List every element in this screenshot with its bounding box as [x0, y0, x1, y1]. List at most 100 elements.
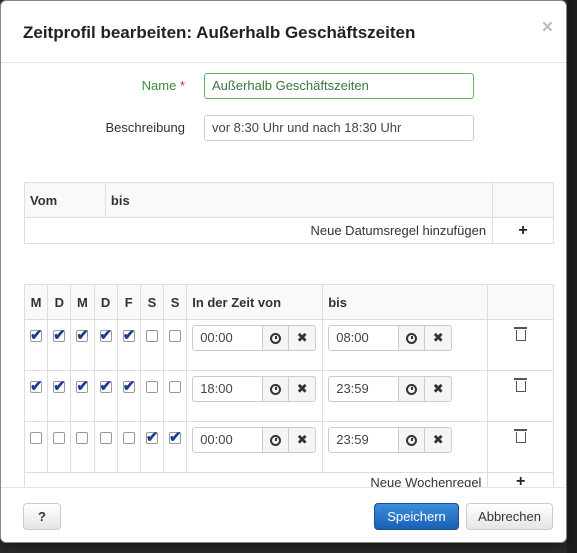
day-cell: [163, 319, 188, 371]
from-time-group: 00:00 ✖: [192, 325, 322, 351]
to-time-input[interactable]: 08:00: [328, 325, 399, 351]
date-rules-table: Vom bis Neue Datumsregel hinzufügen +: [23, 182, 554, 244]
day-cell: [93, 319, 118, 371]
save-button[interactable]: Speichern: [374, 503, 459, 530]
backdrop-strip: [567, 0, 577, 553]
add-week-rule-button[interactable]: +: [487, 472, 554, 487]
to-time-cell: 23:59 ✖: [322, 370, 489, 422]
help-button[interactable]: ?: [23, 503, 61, 530]
day-checkbox[interactable]: [145, 381, 158, 393]
header-from: Vom: [24, 182, 106, 218]
day-checkbox[interactable]: [169, 428, 182, 446]
week-rule-row: 00:00 ✖ 23:59 ✖: [23, 421, 554, 473]
description-label: Beschreibung: [105, 120, 186, 135]
day-checkbox[interactable]: [30, 377, 43, 395]
day-checkbox[interactable]: [30, 326, 43, 344]
day-checkbox[interactable]: [145, 330, 158, 342]
from-time-input[interactable]: 00:00: [192, 427, 263, 453]
day-checkbox[interactable]: [122, 326, 135, 344]
cancel-button[interactable]: Abbrechen: [466, 503, 553, 530]
day-cell: [116, 319, 141, 371]
day-checkbox[interactable]: [30, 432, 42, 444]
day-checkbox[interactable]: [122, 432, 135, 444]
clear-time-icon[interactable]: ✖: [289, 427, 317, 453]
trash-icon[interactable]: [513, 378, 527, 392]
clear-time-icon[interactable]: ✖: [289, 376, 317, 402]
day-checkbox[interactable]: [76, 432, 89, 444]
to-time-input[interactable]: 23:59: [328, 427, 399, 453]
day-cell: [116, 370, 141, 422]
add-date-rule-button[interactable]: +: [492, 217, 554, 244]
delete-cell: [487, 370, 554, 422]
clear-time-icon[interactable]: ✖: [425, 325, 453, 351]
day-checkbox[interactable]: [53, 377, 66, 395]
week-rule-row: 00:00 ✖ 08:00 ✖: [23, 319, 554, 371]
clear-time-icon[interactable]: ✖: [425, 376, 453, 402]
to-time-group: 23:59 ✖: [328, 427, 487, 453]
dialog-body: Name * Außerhalb Geschäftszeiten Beschre…: [1, 63, 566, 487]
day-cell: [93, 370, 118, 422]
clock-glyph: [406, 332, 418, 344]
day-checkbox[interactable]: [76, 377, 89, 395]
clock-icon[interactable]: [398, 325, 426, 351]
day-header-wed: M: [70, 284, 95, 320]
to-time-input[interactable]: 23:59: [328, 376, 399, 402]
week-rules-table: M D M D F S S In der Zeit von bis 00:00 ✖…: [23, 284, 554, 487]
clock-glyph: [270, 434, 282, 446]
day-checkbox[interactable]: [53, 432, 66, 444]
day-checkbox[interactable]: [99, 326, 112, 344]
day-cell: [93, 421, 118, 473]
dialog-footer: ? Speichern Abbrechen: [1, 487, 566, 542]
from-time-cell: 00:00 ✖: [186, 421, 324, 473]
close-button[interactable]: ×: [542, 17, 553, 39]
week-rule-row: 18:00 ✖ 23:59 ✖: [23, 370, 554, 422]
day-checkbox[interactable]: [145, 428, 158, 446]
trash-icon[interactable]: [513, 327, 527, 341]
day-cell: [139, 319, 165, 371]
day-checkbox[interactable]: [76, 326, 89, 344]
day-cell: [47, 421, 72, 473]
day-cell: [70, 421, 95, 473]
day-header-mon: M: [23, 284, 49, 320]
clear-time-icon[interactable]: ✖: [425, 427, 453, 453]
from-time-input[interactable]: 00:00: [192, 325, 263, 351]
trash-icon[interactable]: [513, 429, 527, 443]
from-time-input[interactable]: 18:00: [192, 376, 263, 402]
header-to: bis: [104, 182, 494, 218]
clock-glyph: [270, 332, 282, 344]
actions-header: [487, 284, 554, 320]
clear-time-icon[interactable]: ✖: [289, 325, 317, 351]
clock-icon[interactable]: [398, 427, 426, 453]
to-time-group: 08:00 ✖: [328, 325, 487, 351]
from-time-header: In der Zeit von: [186, 284, 324, 320]
clock-icon[interactable]: [262, 325, 290, 351]
from-time-group: 18:00 ✖: [192, 376, 322, 402]
day-checkbox[interactable]: [99, 377, 112, 395]
delete-cell: [487, 319, 554, 371]
add-date-rule-label: Neue Datumsregel hinzufügen: [23, 217, 494, 244]
day-header-sun: S: [163, 284, 188, 320]
clock-icon[interactable]: [262, 376, 290, 402]
to-time-cell: 23:59 ✖: [322, 421, 489, 473]
day-checkbox[interactable]: [169, 330, 182, 342]
day-header-tue: D: [47, 284, 72, 320]
day-checkbox[interactable]: [169, 381, 182, 393]
day-checkbox[interactable]: [99, 432, 112, 444]
day-cell: [23, 421, 49, 473]
day-checkbox[interactable]: [53, 326, 66, 344]
day-checkbox[interactable]: [122, 377, 135, 395]
clock-glyph: [270, 383, 282, 395]
from-time-cell: 18:00 ✖: [186, 370, 324, 422]
day-cell: [163, 370, 188, 422]
day-header-sat: S: [139, 284, 165, 320]
day-cell: [70, 370, 95, 422]
delete-cell: [487, 421, 554, 473]
day-cell: [139, 421, 165, 473]
dialog-title: Zeitprofil bearbeiten: Außerhalb Geschäf…: [23, 23, 416, 42]
name-input[interactable]: Außerhalb Geschäftszeiten: [204, 73, 474, 99]
clock-icon[interactable]: [262, 427, 290, 453]
clock-icon[interactable]: [398, 376, 426, 402]
day-cell: [47, 370, 72, 422]
day-cell: [23, 370, 49, 422]
description-input[interactable]: vor 8:30 Uhr und nach 18:30 Uhr: [204, 115, 474, 141]
